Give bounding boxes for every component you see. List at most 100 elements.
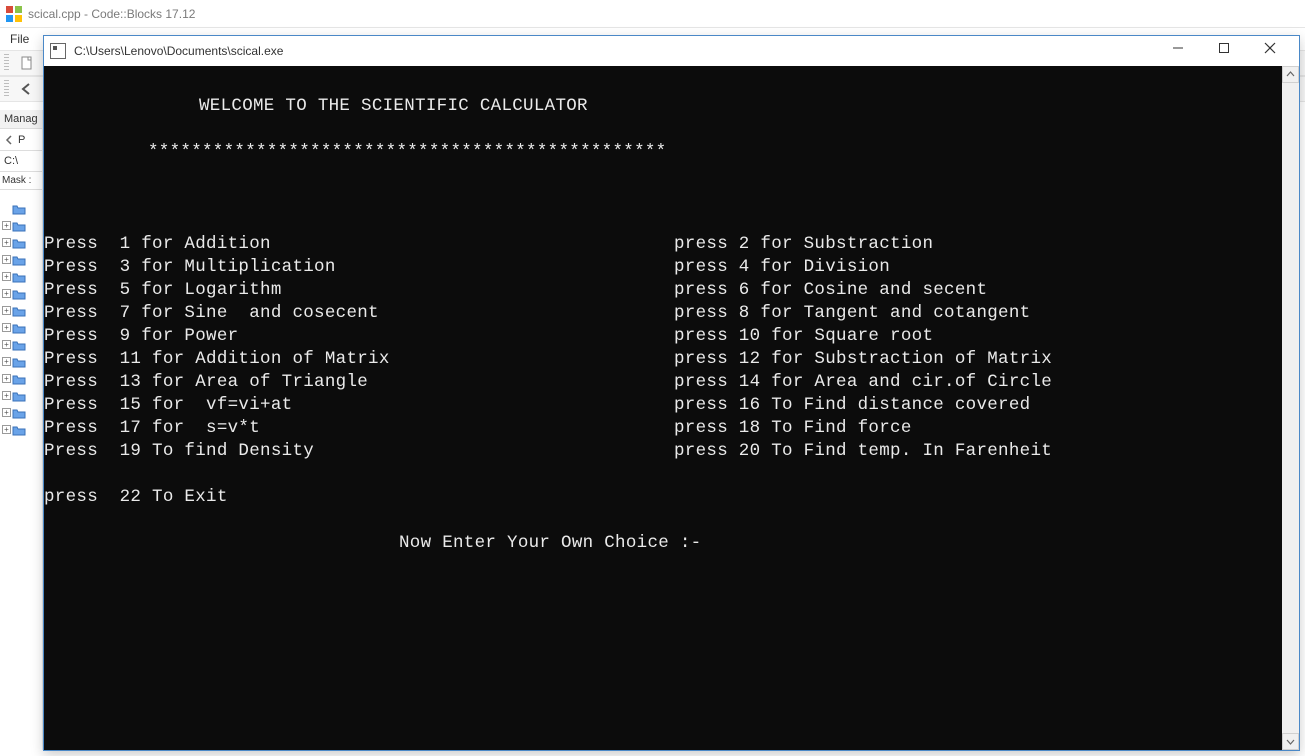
tree-expand-icon[interactable]: + bbox=[2, 357, 11, 366]
console-menu-row: Press 19 To find Densitypress 20 To Find… bbox=[44, 440, 1282, 463]
console-menu-right: press 18 To Find force bbox=[674, 417, 1282, 440]
folder-icon bbox=[12, 373, 26, 385]
tree-expand-icon[interactable]: + bbox=[2, 374, 11, 383]
console-menu-row: Press 13 for Area of Trianglepress 14 fo… bbox=[44, 371, 1282, 394]
tree-expand-icon[interactable]: + bbox=[2, 238, 11, 247]
tree-expand-icon[interactable]: + bbox=[2, 306, 11, 315]
tree-folder-item[interactable]: + bbox=[0, 319, 42, 336]
folder-open-icon bbox=[12, 203, 26, 215]
folder-icon bbox=[12, 390, 26, 402]
console-output[interactable]: WELCOME TO THE SCIENTIFIC CALCULATOR ***… bbox=[44, 66, 1282, 750]
folder-icon bbox=[12, 254, 26, 266]
console-welcome-line: WELCOME TO THE SCIENTIFIC CALCULATOR bbox=[44, 95, 1282, 118]
console-menu-left: Press 7 for Sine and cosecent bbox=[44, 302, 674, 325]
console-titlebar[interactable]: C:\Users\Lenovo\Documents\scical.exe bbox=[44, 36, 1299, 66]
console-exit-line: press 22 To Exit bbox=[44, 486, 1282, 509]
console-scrollbar[interactable] bbox=[1282, 66, 1299, 750]
drive-selector[interactable]: C:\ bbox=[0, 151, 42, 172]
folder-icon bbox=[12, 407, 26, 419]
console-prompt-line: Now Enter Your Own Choice :- bbox=[44, 532, 1282, 555]
console-menu-row: Press 3 for Multiplicationpress 4 for Di… bbox=[44, 256, 1282, 279]
tree-expand-icon[interactable]: + bbox=[2, 340, 11, 349]
folder-icon bbox=[12, 237, 26, 249]
toolbar-grip-icon[interactable] bbox=[4, 80, 9, 98]
menu-file[interactable]: File bbox=[6, 30, 33, 48]
console-menu-left: Press 15 for vf=vi+at bbox=[44, 394, 674, 417]
console-menu-right: press 8 for Tangent and cotangent bbox=[674, 302, 1282, 325]
console-menu-right: press 10 for Square root bbox=[674, 325, 1282, 348]
console-menu-right: press 14 for Area and cir.of Circle bbox=[674, 371, 1282, 394]
tab-projects[interactable]: P bbox=[18, 134, 25, 146]
folder-icon bbox=[12, 271, 26, 283]
console-menu-row: Press 15 for vf=vi+atpress 16 To Find di… bbox=[44, 394, 1282, 417]
console-menu-row: Press 5 for Logarithmpress 6 for Cosine … bbox=[44, 279, 1282, 302]
console-menu-left: Press 5 for Logarithm bbox=[44, 279, 674, 302]
window-controls bbox=[1155, 39, 1293, 63]
console-menu-left: Press 13 for Area of Triangle bbox=[44, 371, 674, 394]
tree-folder-item[interactable]: + bbox=[0, 353, 42, 370]
console-menu-left: Press 11 for Addition of Matrix bbox=[44, 348, 674, 371]
console-menu-right: press 4 for Division bbox=[674, 256, 1282, 279]
tree-folder-item[interactable]: + bbox=[0, 268, 42, 285]
scroll-track[interactable] bbox=[1282, 83, 1299, 733]
tree-expand-icon[interactable]: + bbox=[2, 289, 11, 298]
folder-icon bbox=[12, 356, 26, 368]
console-menu-left: Press 19 To find Density bbox=[44, 440, 674, 463]
console-menu-right: press 12 for Substraction of Matrix bbox=[674, 348, 1282, 371]
console-menu-left: Press 3 for Multiplication bbox=[44, 256, 674, 279]
tree-folder-item[interactable]: + bbox=[0, 336, 42, 353]
folder-icon bbox=[12, 322, 26, 334]
tab-prev-icon[interactable] bbox=[2, 133, 16, 147]
tree-folder-item[interactable]: + bbox=[0, 370, 42, 387]
tree-expand-icon[interactable]: + bbox=[2, 408, 11, 417]
console-app-icon bbox=[50, 43, 66, 59]
console-menu-row: Press 9 for Powerpress 10 for Square roo… bbox=[44, 325, 1282, 348]
tree-expand-icon[interactable]: + bbox=[2, 425, 11, 434]
tree-expand-icon[interactable]: + bbox=[2, 391, 11, 400]
tree-folder-item[interactable]: + bbox=[0, 302, 42, 319]
console-menu-left: Press 9 for Power bbox=[44, 325, 674, 348]
codeblocks-left-panel: Manag P C:\ Mask : + + + bbox=[0, 110, 43, 750]
maximize-button[interactable] bbox=[1201, 33, 1247, 63]
mask-label: Mask : bbox=[0, 172, 42, 190]
scroll-down-icon[interactable] bbox=[1282, 733, 1299, 750]
folder-icon bbox=[12, 288, 26, 300]
close-button[interactable] bbox=[1247, 33, 1293, 63]
console-window: C:\Users\Lenovo\Documents\scical.exe WEL… bbox=[43, 35, 1300, 751]
toolbar-grip-icon[interactable] bbox=[4, 54, 9, 72]
tree-folder-item[interactable]: + bbox=[0, 285, 42, 302]
tree-root-folder[interactable] bbox=[0, 200, 42, 217]
console-menu-right: press 20 To Find temp. In Farenheit bbox=[674, 440, 1282, 463]
new-file-icon[interactable] bbox=[17, 53, 37, 73]
console-divider-line: ****************************************… bbox=[44, 141, 1282, 164]
tree-folder-item[interactable]: + bbox=[0, 387, 42, 404]
console-menu-right: press 2 for Substraction bbox=[674, 233, 1282, 256]
codeblocks-title-text: scical.cpp - Code::Blocks 17.12 bbox=[28, 7, 195, 21]
tree-folder-item[interactable]: + bbox=[0, 421, 42, 438]
folder-icon bbox=[12, 424, 26, 436]
file-tree: + + + + + bbox=[0, 190, 42, 438]
console-menu-row: Press 7 for Sine and cosecentpress 8 for… bbox=[44, 302, 1282, 325]
console-menu-right: press 6 for Cosine and secent bbox=[674, 279, 1282, 302]
tree-expand-icon[interactable]: + bbox=[2, 221, 11, 230]
management-tab-bar: P bbox=[0, 129, 42, 151]
console-body: WELCOME TO THE SCIENTIFIC CALCULATOR ***… bbox=[44, 66, 1299, 750]
codeblocks-titlebar: scical.cpp - Code::Blocks 17.12 bbox=[0, 0, 1305, 28]
tree-expand-icon[interactable]: + bbox=[2, 255, 11, 264]
tree-expand-icon[interactable]: + bbox=[2, 272, 11, 281]
tree-folder-item[interactable]: + bbox=[0, 404, 42, 421]
management-panel-header: Manag bbox=[0, 110, 42, 129]
tree-folder-item[interactable]: + bbox=[0, 234, 42, 251]
tree-folder-item[interactable]: + bbox=[0, 217, 42, 234]
minimize-button[interactable] bbox=[1155, 33, 1201, 63]
scroll-up-icon[interactable] bbox=[1282, 66, 1299, 83]
tree-expand-icon[interactable]: + bbox=[2, 323, 11, 332]
codeblocks-logo-icon bbox=[6, 6, 22, 22]
tree-folder-item[interactable]: + bbox=[0, 251, 42, 268]
console-menu-left: Press 17 for s=v*t bbox=[44, 417, 674, 440]
console-menu-row: Press 17 for s=v*tpress 18 To Find force bbox=[44, 417, 1282, 440]
console-title-text: C:\Users\Lenovo\Documents\scical.exe bbox=[74, 44, 1155, 58]
folder-icon bbox=[12, 305, 26, 317]
back-arrow-icon[interactable] bbox=[17, 79, 37, 99]
folder-icon bbox=[12, 339, 26, 351]
